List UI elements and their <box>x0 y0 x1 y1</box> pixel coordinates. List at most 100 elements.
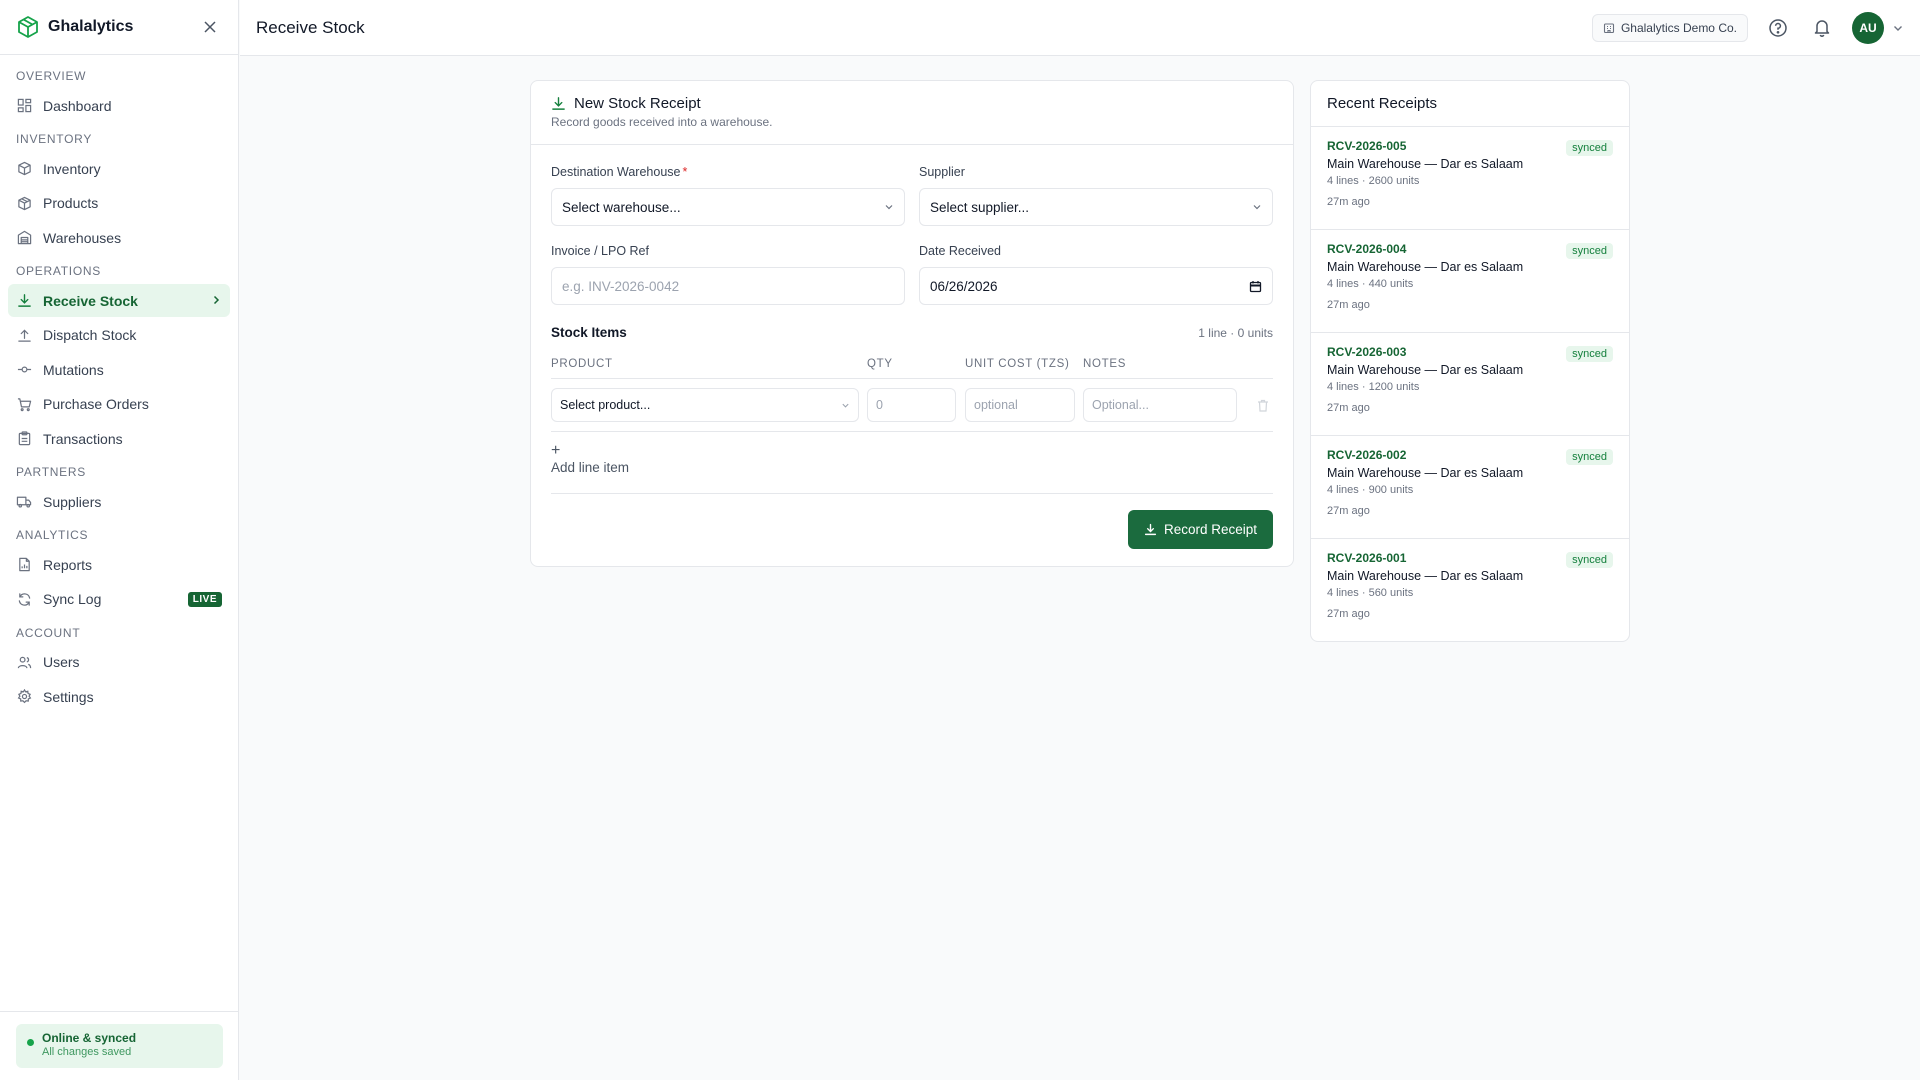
list-item[interactable]: RCV-2026-005 Main Warehouse — Dar es Sal… <box>1311 127 1629 230</box>
qty-input[interactable] <box>876 398 947 412</box>
list-item[interactable]: RCV-2026-001 Main Warehouse — Dar es Sal… <box>1311 539 1629 641</box>
report-icon <box>16 557 32 573</box>
sidebar-footer: Online & synced All changes saved <box>0 1011 239 1080</box>
add-line-item-label: Add line item <box>551 460 630 475</box>
cube-icon <box>16 161 32 177</box>
invoice-field[interactable] <box>551 267 905 305</box>
cart-icon <box>16 396 32 412</box>
warehouse-select[interactable]: Select warehouse... <box>551 188 905 226</box>
sidebar-item-dispatch-stock[interactable]: Dispatch Stock <box>8 319 230 352</box>
close-sidebar-button[interactable] <box>198 15 222 39</box>
bell-icon <box>1814 20 1830 37</box>
recent-receipts-card: Recent Receipts RCV-2026-005 Main Wareho… <box>1310 80 1630 642</box>
calendar-icon[interactable] <box>1249 280 1262 293</box>
org-switcher[interactable]: Ghalalytics Demo Co. <box>1591 13 1748 42</box>
section-label-partners: PARTNERS <box>16 465 86 479</box>
upload-icon <box>16 327 32 343</box>
sidebar-item-label: Dashboard <box>43 97 112 114</box>
record-receipt-button[interactable]: Record Receipt <box>1127 510 1273 549</box>
top-bar: Receive Stock Ghalalytics Demo Co. AU <box>240 0 1920 56</box>
sidebar-item-label: Products <box>43 195 99 211</box>
invoice-input[interactable] <box>562 278 894 294</box>
notifications-button[interactable] <box>1808 14 1836 42</box>
sync-status: Online & synced All changes saved <box>16 1024 223 1068</box>
date-field[interactable]: 06/26/2026 <box>919 267 1273 305</box>
sidebar-item-label: Warehouses <box>43 229 122 246</box>
unit-cost-input[interactable] <box>974 398 1066 412</box>
chevron-down-icon[interactable] <box>1892 22 1904 34</box>
receipt-time: 27m ago <box>1327 505 1370 517</box>
recent-receipts-title: Recent Receipts <box>1311 81 1629 127</box>
sidebar-item-dashboard[interactable]: Dashboard <box>8 89 230 122</box>
add-line-item-button[interactable]: + Add line item <box>551 432 1273 494</box>
receipt-time: 27m ago <box>1327 402 1370 414</box>
supplier-select[interactable]: Select supplier... <box>919 188 1273 226</box>
page-title: Receive Stock <box>256 17 365 37</box>
status-badge: synced <box>1566 140 1613 156</box>
list-item[interactable]: RCV-2026-002 Main Warehouse — Dar es Sal… <box>1311 436 1629 539</box>
list-item[interactable]: RCV-2026-004 Main Warehouse — Dar es Sal… <box>1311 230 1629 333</box>
stock-items-header: Stock Items 1 line · 0 units <box>551 325 1273 340</box>
section-label-inventory: INVENTORY <box>16 132 93 146</box>
boxes-icon <box>16 195 32 211</box>
sidebar-item-settings[interactable]: Settings <box>8 680 230 713</box>
invoice-label: Invoice / LPO Ref <box>551 244 649 258</box>
sidebar-item-products[interactable]: Products <box>8 187 230 220</box>
section-label-operations: OPERATIONS <box>16 264 101 278</box>
notes-input[interactable] <box>1092 398 1228 412</box>
form-body: Destination Warehouse * Select warehouse.… <box>531 145 1293 569</box>
section-label-account: ACCOUNT <box>16 625 81 640</box>
brand-name: Ghalalytics <box>48 18 134 35</box>
sidebar-item-label: Settings <box>43 688 94 705</box>
sidebar-item-receive-stock[interactable]: Receive Stock <box>8 284 230 317</box>
column-header-unit-cost: UNIT COST (TZS) <box>965 358 1070 370</box>
sidebar: Ghalalytics OVERVIEW Dashboard INVENTORY… <box>0 0 239 1080</box>
new-receipt-card: New Stock Receipt Record goods received … <box>530 80 1294 567</box>
notes-field[interactable] <box>1083 388 1237 422</box>
users-icon <box>16 654 32 670</box>
sidebar-item-reports[interactable]: Reports <box>8 548 230 581</box>
stock-items-title: Stock Items <box>551 325 627 340</box>
status-badge: synced <box>1566 552 1613 568</box>
sidebar-item-transactions[interactable]: Transactions <box>8 422 230 455</box>
form-actions: Record Receipt <box>551 494 1273 549</box>
help-button[interactable] <box>1764 14 1792 42</box>
sidebar-item-label: Mutations <box>43 361 104 378</box>
chevron-down-icon <box>1252 202 1262 212</box>
sidebar-item-inventory[interactable]: Inventory <box>8 152 230 185</box>
unit-cost-field[interactable] <box>965 388 1075 422</box>
status-badge: synced <box>1566 449 1613 465</box>
receipt-warehouse: Main Warehouse — Dar es Salaam <box>1327 157 1524 171</box>
record-receipt-label: Record Receipt <box>1163 522 1257 537</box>
avatar[interactable]: AU <box>1852 11 1884 44</box>
trash-icon <box>1258 399 1268 412</box>
close-icon <box>204 21 216 33</box>
delete-row-button[interactable] <box>1253 395 1273 415</box>
commit-icon <box>16 362 32 378</box>
brand-bar: Ghalalytics <box>0 0 238 55</box>
status-dot-icon <box>27 1039 34 1046</box>
gear-icon <box>16 689 32 705</box>
list-item[interactable]: RCV-2026-003 Main Warehouse — Dar es Sal… <box>1311 333 1629 436</box>
card-header: New Stock Receipt Record goods received … <box>531 81 1293 145</box>
supplier-select-value: Select supplier... <box>930 199 1030 215</box>
sidebar-item-label: Inventory <box>43 160 101 177</box>
sidebar-item-label: Purchase Orders <box>43 396 149 412</box>
sidebar-item-label: Receive Stock <box>43 292 138 309</box>
sidebar-item-label: Sync Log <box>43 591 102 607</box>
column-header-notes: NOTES <box>1083 358 1127 370</box>
dashboard-icon <box>16 98 32 114</box>
live-badge: LIVE <box>187 591 222 607</box>
sidebar-item-warehouses[interactable]: Warehouses <box>8 221 230 254</box>
truck-icon <box>16 494 32 510</box>
sidebar-item-users[interactable]: Users <box>8 646 230 679</box>
clipboard-icon <box>16 431 32 447</box>
sidebar-item-purchase-orders[interactable]: Purchase Orders <box>8 388 230 421</box>
sidebar-item-suppliers[interactable]: Suppliers <box>8 485 230 518</box>
product-select[interactable]: Select product... <box>551 388 859 422</box>
table-row: Select product... <box>551 379 1273 432</box>
status-subtitle: All changes saved <box>42 1046 132 1058</box>
sidebar-item-mutations[interactable]: Mutations <box>8 353 230 386</box>
sidebar-item-sync-log[interactable]: Sync Log LIVE <box>8 583 230 616</box>
qty-field[interactable] <box>867 388 956 422</box>
